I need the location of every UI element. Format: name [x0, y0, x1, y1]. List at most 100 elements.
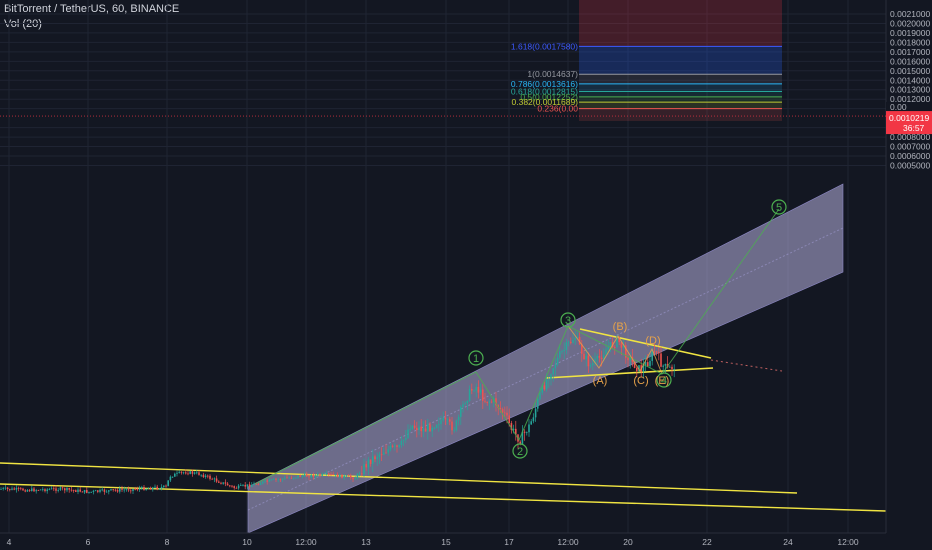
candle-body	[136, 489, 139, 490]
candle-body	[72, 489, 75, 491]
candle-body	[235, 487, 238, 489]
candle-body	[347, 475, 350, 477]
candle-body	[455, 420, 458, 431]
candle-body	[17, 487, 20, 489]
candle-body	[259, 483, 262, 485]
candle-body	[365, 464, 367, 468]
candle-body	[449, 419, 451, 422]
candle-body	[609, 342, 612, 348]
candle-body	[178, 471, 180, 473]
candle-body	[361, 473, 363, 475]
candle-body	[317, 474, 319, 476]
fib-band	[579, 102, 782, 109]
extension-zone	[579, 46, 782, 75]
candle-body	[53, 488, 55, 490]
candle-body	[490, 401, 493, 403]
candle-body	[154, 486, 156, 488]
candle-body	[237, 485, 240, 489]
candle-body	[523, 431, 526, 433]
candle-body	[147, 488, 150, 490]
candle-body	[319, 474, 321, 476]
candle-body	[156, 486, 158, 489]
candle-body	[275, 478, 277, 480]
candle-body	[15, 487, 18, 490]
wave-b-label: (B)	[613, 321, 628, 333]
candle-body	[308, 476, 310, 478]
candle-body	[143, 486, 145, 491]
candle-body	[457, 416, 460, 421]
candle-body	[163, 485, 165, 487]
candle-body	[204, 475, 207, 477]
candle-body	[565, 342, 568, 350]
channel-band	[247, 183, 844, 534]
target-zone	[579, 0, 782, 47]
candle-body	[369, 459, 372, 464]
candle-body	[132, 488, 134, 492]
candle-body	[396, 445, 398, 447]
candle-body	[462, 404, 464, 407]
candle-body	[266, 480, 268, 482]
candle-body	[310, 474, 312, 478]
candle-body	[213, 478, 216, 480]
candle-body	[548, 379, 550, 381]
candle-body	[123, 489, 125, 491]
candle-body	[671, 366, 673, 370]
candle-body	[273, 478, 275, 480]
candle-body	[649, 360, 651, 367]
candle-body	[299, 475, 301, 477]
candle-body	[174, 473, 176, 477]
candle-body	[0, 488, 2, 490]
candle-body	[149, 488, 152, 490]
candle-body	[339, 474, 341, 478]
candle-body	[134, 488, 136, 490]
candle-body	[198, 472, 200, 475]
candle-body	[389, 445, 392, 450]
candle-body	[193, 472, 196, 474]
candle-body	[429, 424, 431, 432]
candle-body	[9, 488, 11, 490]
candle-body	[473, 390, 475, 392]
candle-body	[427, 424, 429, 432]
candle-body	[297, 475, 299, 478]
candle-body	[35, 490, 37, 492]
candle-body	[600, 357, 603, 360]
candle-body	[504, 412, 506, 414]
candle-body	[332, 474, 334, 476]
candle-body	[253, 483, 255, 485]
candle-body	[583, 353, 585, 360]
candle-body	[79, 489, 81, 492]
candle-body	[534, 408, 537, 418]
candle-body	[182, 472, 185, 474]
candle-body	[464, 403, 466, 405]
candle-body	[416, 427, 418, 431]
candle-body	[418, 426, 420, 431]
time-tick-label: 12:00	[295, 537, 317, 547]
candle-body	[13, 488, 15, 490]
wave-d-label: (D)	[645, 335, 660, 347]
candle-body	[88, 491, 90, 493]
candle-body	[284, 477, 286, 479]
candle-body	[607, 347, 609, 350]
candle-body	[341, 474, 343, 479]
time-tick-label: 22	[702, 537, 712, 547]
candle-body	[482, 389, 484, 401]
candle-body	[20, 488, 22, 490]
candle-body	[138, 488, 141, 490]
candle-body	[328, 473, 330, 475]
candle-body	[363, 464, 365, 475]
candle-body	[240, 485, 242, 486]
candle-body	[222, 482, 224, 484]
candle-body	[405, 437, 407, 440]
candle-body	[587, 355, 590, 367]
time-tick-label: 20	[623, 537, 633, 547]
wave-e-label: (E)	[655, 375, 670, 387]
candle-body	[647, 362, 649, 367]
candle-body	[442, 417, 444, 421]
candle-body	[400, 440, 403, 446]
candle-body	[141, 486, 143, 489]
candle-body	[101, 489, 103, 491]
candle-body	[257, 484, 260, 486]
candle-body	[446, 419, 449, 421]
price-chart[interactable]: 1.618(0.0017580)1(0.0014637)0.786(0.0013…	[0, 0, 932, 550]
time-tick-label: 12:00	[837, 537, 859, 547]
